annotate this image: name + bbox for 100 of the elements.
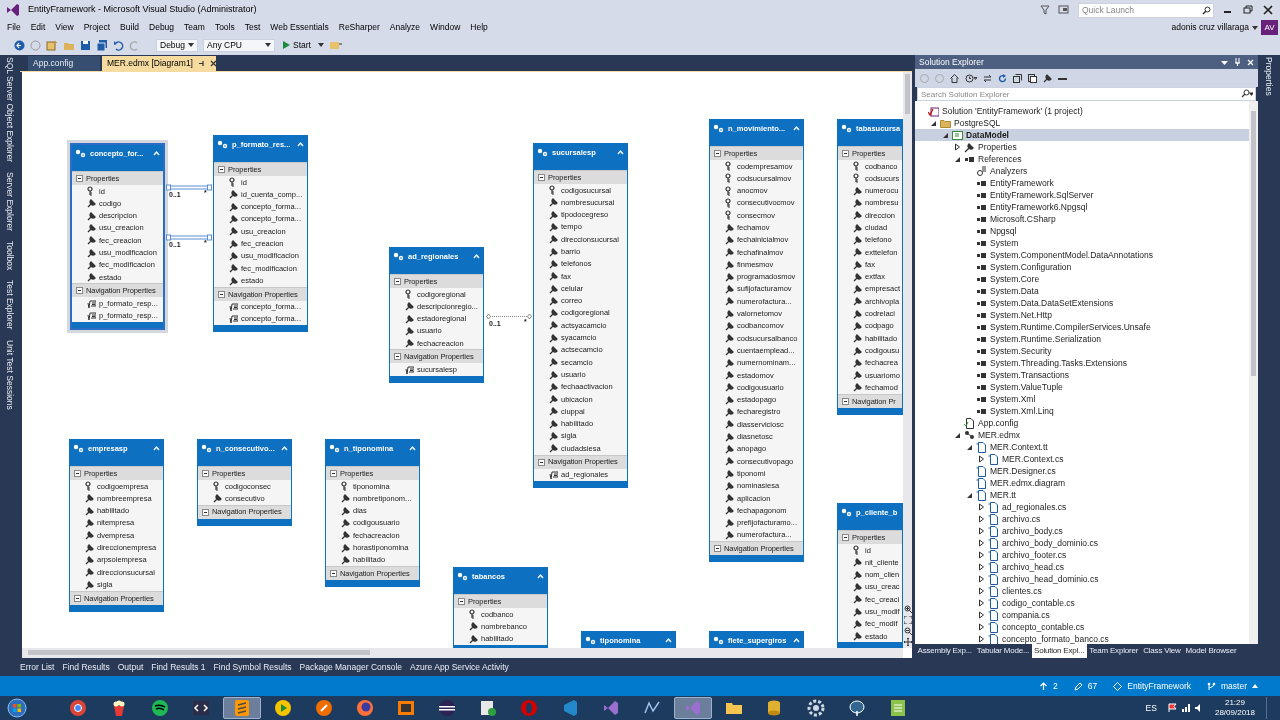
restore-icon[interactable]	[1242, 5, 1254, 15]
tool-window-tab[interactable]: Package Manager Console	[299, 660, 403, 674]
close-icon[interactable]	[1262, 5, 1274, 15]
tree-item[interactable]: System.ValueTuple	[915, 381, 1249, 393]
entity-icon[interactable]	[713, 124, 724, 133]
tree-item[interactable]: Properties	[915, 141, 1249, 153]
collapse-caret-icon[interactable]	[297, 141, 304, 148]
tool-window-tab[interactable]: Find Symbol Results	[213, 660, 292, 674]
tool-window-tab[interactable]: Test Explorer	[3, 280, 17, 330]
tree-item[interactable]: Microsoft.CSharp	[915, 213, 1249, 225]
menu-item[interactable]: Web Essentials	[265, 21, 334, 34]
vertical-scrollbar[interactable]	[903, 72, 912, 648]
tree-item[interactable]: System.Net.Http	[915, 309, 1249, 321]
save-icon[interactable]	[80, 39, 91, 51]
tree-item[interactable]: System	[915, 237, 1249, 249]
menu-item[interactable]: Team	[179, 21, 210, 34]
tree-item[interactable]: PostgreSQL	[915, 117, 1249, 129]
tree-item[interactable]: Solution 'EntityFramework' (1 project)	[915, 105, 1249, 117]
tree-item[interactable]: concepto_formato_banco.cs	[915, 633, 1249, 644]
menu-item[interactable]: Tools	[209, 21, 240, 34]
configuration-dropdown[interactable]: Debug	[156, 38, 198, 52]
collapse-caret-icon[interactable]	[409, 445, 416, 452]
tree-item[interactable]: System.Xml.Linq	[915, 405, 1249, 417]
tool-window-tab[interactable]: Output	[117, 660, 144, 674]
user-avatar[interactable]: AV	[1261, 20, 1278, 35]
panel-tab[interactable]: Assembly Exp...	[915, 644, 975, 658]
new-project-icon[interactable]	[46, 39, 58, 51]
collapse-box-icon[interactable]	[74, 470, 81, 477]
tree-item[interactable]: EntityFramework.SqlServer	[915, 189, 1249, 201]
collapse-box-icon[interactable]	[538, 174, 545, 181]
menu-item[interactable]: Test	[239, 21, 266, 34]
tree-item[interactable]: archivo_body_dominio.cs	[915, 537, 1249, 549]
undo-icon[interactable]	[113, 39, 124, 51]
flag-icon[interactable]	[1167, 703, 1178, 713]
document-tab[interactable]: App.config	[28, 56, 100, 71]
tree-item[interactable]: System.Xml	[915, 393, 1249, 405]
collapse-caret-icon[interactable]	[617, 149, 624, 156]
zoom-in-icon[interactable]	[903, 605, 912, 613]
entity-shape[interactable]	[837, 119, 903, 415]
entity-icon[interactable]	[201, 444, 212, 453]
expanded-arrow-icon[interactable]	[953, 155, 961, 163]
tree-item[interactable]: MER.Designer.cs	[915, 465, 1249, 477]
tool-window-tab[interactable]: Error List	[20, 660, 55, 674]
start-button[interactable]: Start	[280, 38, 313, 52]
collapsed-arrow-icon[interactable]	[977, 455, 985, 463]
tool-window-tab[interactable]: Find Results 1	[151, 660, 206, 674]
document-tab[interactable]: MER.edmx [Diagram1]	[102, 56, 216, 71]
panel-tab[interactable]: Class View	[1140, 644, 1184, 658]
fit-icon[interactable]	[903, 616, 912, 624]
collapse-box-icon[interactable]	[202, 470, 209, 477]
tool-window-tab[interactable]: Toolbox	[3, 241, 17, 271]
status-item[interactable]: 67	[1073, 679, 1098, 693]
panel-tab[interactable]: Solution Expl...	[1031, 644, 1087, 658]
tree-item[interactable]: Analyzers	[915, 165, 1249, 177]
collapse-box-icon[interactable]	[842, 534, 849, 541]
entity-shape[interactable]	[213, 135, 308, 333]
menu-item[interactable]: Project	[78, 21, 116, 34]
menu-item[interactable]: Window	[425, 21, 466, 34]
entity-icon[interactable]	[75, 149, 86, 158]
collapse-caret-icon[interactable]	[281, 445, 288, 452]
entity-icon[interactable]	[457, 572, 468, 581]
home-icon[interactable]	[950, 73, 959, 83]
tree-item[interactable]: References	[915, 153, 1249, 165]
tree-item[interactable]: clientes.cs	[915, 585, 1249, 597]
menu-item[interactable]: Analyze	[384, 21, 426, 34]
attach-icon[interactable]	[328, 39, 343, 51]
menu-item[interactable]: Debug	[144, 21, 180, 34]
close-icon[interactable]	[209, 60, 217, 67]
association-connector[interactable]	[166, 234, 212, 241]
collapse-caret-icon[interactable]	[473, 253, 480, 260]
properties-icon[interactable]	[1043, 73, 1052, 83]
menu-item[interactable]: File	[2, 21, 26, 34]
platform-dropdown[interactable]: Any CPU	[203, 38, 275, 52]
tree-item[interactable]: ad_regionales.cs	[915, 501, 1249, 513]
tree-item[interactable]: archivo.cs	[915, 513, 1249, 525]
vertical-scrollbar[interactable]	[1249, 101, 1258, 644]
history-icon[interactable]	[965, 73, 977, 83]
zoom-out-icon[interactable]	[903, 627, 912, 635]
show-files-icon[interactable]	[1028, 73, 1037, 83]
panel-tab[interactable]: Tabular Mode...	[974, 644, 1032, 658]
tree-item[interactable]: concepto_contable.cs	[915, 621, 1249, 633]
tree-item[interactable]: System.Transactions	[915, 369, 1249, 381]
menu-item[interactable]: Edit	[25, 21, 51, 34]
menu-item[interactable]: Build	[115, 21, 144, 34]
scrollbar-thumb[interactable]	[1251, 111, 1256, 376]
network-icon[interactable]	[1180, 703, 1191, 713]
tool-window-tab[interactable]: Find Results	[62, 660, 110, 674]
collapse-caret-icon[interactable]	[537, 573, 544, 580]
entity-icon[interactable]	[585, 636, 596, 645]
status-item[interactable]: 2	[1039, 679, 1058, 693]
tree-item[interactable]: System.Core	[915, 273, 1249, 285]
panel-tab[interactable]: Team Explorer	[1086, 644, 1141, 658]
tree-item[interactable]: App.config	[915, 417, 1249, 429]
tool-window-tab[interactable]: Server Explorer	[3, 172, 17, 232]
collapse-caret-icon[interactable]	[793, 125, 800, 132]
collapse-box-icon[interactable]	[538, 458, 545, 466]
tree-item[interactable]: EntityFramework	[915, 177, 1249, 189]
tree-item[interactable]: System.Security	[915, 345, 1249, 357]
tree-item[interactable]: archivo_head.cs	[915, 561, 1249, 573]
tree-item[interactable]: Npgsql	[915, 225, 1249, 237]
